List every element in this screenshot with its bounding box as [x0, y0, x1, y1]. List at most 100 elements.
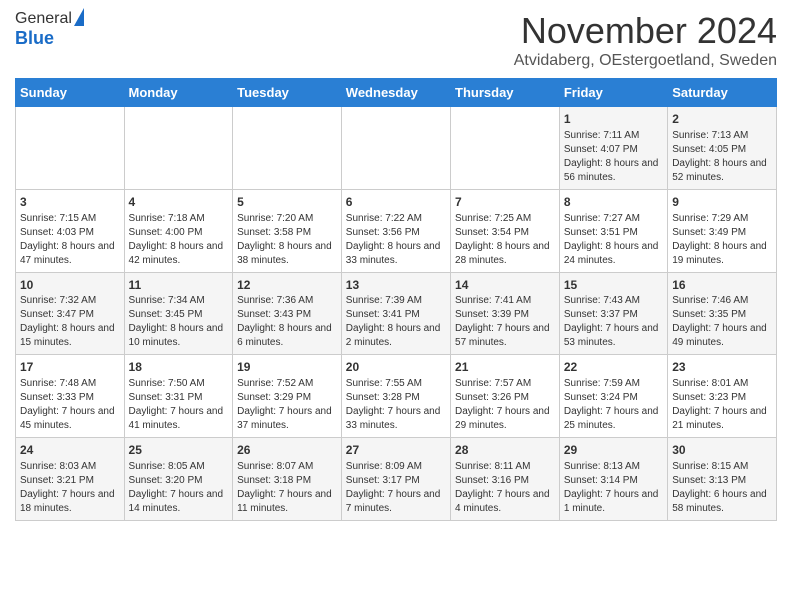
day-info: Sunrise: 8:03 AMSunset: 3:21 PMDaylight:… — [20, 460, 120, 516]
calendar-cell: 11Sunrise: 7:34 AMSunset: 3:45 PMDayligh… — [124, 272, 233, 355]
calendar-week-1: 1Sunrise: 7:11 AMSunset: 4:07 PMDaylight… — [16, 107, 777, 190]
logo-blue-text: Blue — [15, 28, 54, 48]
day-number: 29 — [564, 442, 663, 459]
day-header-saturday: Saturday — [668, 79, 777, 107]
day-number: 25 — [129, 442, 229, 459]
calendar-cell: 20Sunrise: 7:55 AMSunset: 3:28 PMDayligh… — [341, 355, 450, 438]
calendar-cell: 4Sunrise: 7:18 AMSunset: 4:00 PMDaylight… — [124, 189, 233, 272]
logo: General Blue — [15, 10, 84, 49]
day-info: Sunrise: 7:29 AMSunset: 3:49 PMDaylight:… — [672, 212, 772, 268]
day-info: Sunrise: 7:46 AMSunset: 3:35 PMDaylight:… — [672, 294, 772, 350]
day-info: Sunrise: 8:09 AMSunset: 3:17 PMDaylight:… — [346, 460, 446, 516]
calendar-cell: 29Sunrise: 8:13 AMSunset: 3:14 PMDayligh… — [559, 438, 667, 521]
day-number: 21 — [455, 359, 555, 376]
day-info: Sunrise: 7:57 AMSunset: 3:26 PMDaylight:… — [455, 377, 555, 433]
calendar-cell: 13Sunrise: 7:39 AMSunset: 3:41 PMDayligh… — [341, 272, 450, 355]
day-number: 1 — [564, 111, 663, 128]
calendar-cell: 21Sunrise: 7:57 AMSunset: 3:26 PMDayligh… — [451, 355, 560, 438]
day-number: 28 — [455, 442, 555, 459]
day-info: Sunrise: 8:07 AMSunset: 3:18 PMDaylight:… — [237, 460, 337, 516]
month-title: November 2024 — [514, 10, 777, 52]
calendar-cell: 16Sunrise: 7:46 AMSunset: 3:35 PMDayligh… — [668, 272, 777, 355]
day-number: 17 — [20, 359, 120, 376]
logo-triangle-icon — [74, 8, 84, 26]
day-number: 7 — [455, 194, 555, 211]
logo-general-text: General — [15, 10, 72, 28]
day-info: Sunrise: 7:20 AMSunset: 3:58 PMDaylight:… — [237, 212, 337, 268]
day-info: Sunrise: 7:48 AMSunset: 3:33 PMDaylight:… — [20, 377, 120, 433]
day-number: 10 — [20, 277, 120, 294]
day-header-sunday: Sunday — [16, 79, 125, 107]
calendar-cell: 27Sunrise: 8:09 AMSunset: 3:17 PMDayligh… — [341, 438, 450, 521]
calendar-cell — [124, 107, 233, 190]
day-number: 12 — [237, 277, 337, 294]
day-number: 4 — [129, 194, 229, 211]
day-number: 2 — [672, 111, 772, 128]
calendar-cell — [233, 107, 342, 190]
day-number: 15 — [564, 277, 663, 294]
day-info: Sunrise: 7:27 AMSunset: 3:51 PMDaylight:… — [564, 212, 663, 268]
calendar-cell: 28Sunrise: 8:11 AMSunset: 3:16 PMDayligh… — [451, 438, 560, 521]
day-info: Sunrise: 7:36 AMSunset: 3:43 PMDaylight:… — [237, 294, 337, 350]
day-number: 19 — [237, 359, 337, 376]
day-number: 6 — [346, 194, 446, 211]
day-header-friday: Friday — [559, 79, 667, 107]
day-info: Sunrise: 7:52 AMSunset: 3:29 PMDaylight:… — [237, 377, 337, 433]
calendar-week-5: 24Sunrise: 8:03 AMSunset: 3:21 PMDayligh… — [16, 438, 777, 521]
day-info: Sunrise: 7:32 AMSunset: 3:47 PMDaylight:… — [20, 294, 120, 350]
day-number: 3 — [20, 194, 120, 211]
day-info: Sunrise: 7:15 AMSunset: 4:03 PMDaylight:… — [20, 212, 120, 268]
day-info: Sunrise: 7:59 AMSunset: 3:24 PMDaylight:… — [564, 377, 663, 433]
day-number: 22 — [564, 359, 663, 376]
day-number: 5 — [237, 194, 337, 211]
day-number: 9 — [672, 194, 772, 211]
day-number: 20 — [346, 359, 446, 376]
calendar-cell: 25Sunrise: 8:05 AMSunset: 3:20 PMDayligh… — [124, 438, 233, 521]
days-header-row: SundayMondayTuesdayWednesdayThursdayFrid… — [16, 79, 777, 107]
day-info: Sunrise: 7:11 AMSunset: 4:07 PMDaylight:… — [564, 129, 663, 185]
day-number: 27 — [346, 442, 446, 459]
day-info: Sunrise: 8:05 AMSunset: 3:20 PMDaylight:… — [129, 460, 229, 516]
calendar-table: SundayMondayTuesdayWednesdayThursdayFrid… — [15, 78, 777, 521]
calendar-cell: 5Sunrise: 7:20 AMSunset: 3:58 PMDaylight… — [233, 189, 342, 272]
calendar-cell: 12Sunrise: 7:36 AMSunset: 3:43 PMDayligh… — [233, 272, 342, 355]
day-info: Sunrise: 7:13 AMSunset: 4:05 PMDaylight:… — [672, 129, 772, 185]
day-number: 23 — [672, 359, 772, 376]
calendar-cell: 14Sunrise: 7:41 AMSunset: 3:39 PMDayligh… — [451, 272, 560, 355]
day-info: Sunrise: 8:13 AMSunset: 3:14 PMDaylight:… — [564, 460, 663, 516]
calendar-cell: 10Sunrise: 7:32 AMSunset: 3:47 PMDayligh… — [16, 272, 125, 355]
day-number: 30 — [672, 442, 772, 459]
day-info: Sunrise: 7:55 AMSunset: 3:28 PMDaylight:… — [346, 377, 446, 433]
calendar-cell: 17Sunrise: 7:48 AMSunset: 3:33 PMDayligh… — [16, 355, 125, 438]
day-number: 24 — [20, 442, 120, 459]
day-header-monday: Monday — [124, 79, 233, 107]
calendar-cell: 26Sunrise: 8:07 AMSunset: 3:18 PMDayligh… — [233, 438, 342, 521]
day-info: Sunrise: 8:15 AMSunset: 3:13 PMDaylight:… — [672, 460, 772, 516]
calendar-cell: 22Sunrise: 7:59 AMSunset: 3:24 PMDayligh… — [559, 355, 667, 438]
calendar-cell: 6Sunrise: 7:22 AMSunset: 3:56 PMDaylight… — [341, 189, 450, 272]
day-info: Sunrise: 7:43 AMSunset: 3:37 PMDaylight:… — [564, 294, 663, 350]
day-number: 11 — [129, 277, 229, 294]
calendar-cell: 3Sunrise: 7:15 AMSunset: 4:03 PMDaylight… — [16, 189, 125, 272]
day-header-tuesday: Tuesday — [233, 79, 342, 107]
day-number: 18 — [129, 359, 229, 376]
calendar-week-4: 17Sunrise: 7:48 AMSunset: 3:33 PMDayligh… — [16, 355, 777, 438]
day-info: Sunrise: 7:22 AMSunset: 3:56 PMDaylight:… — [346, 212, 446, 268]
calendar-cell — [341, 107, 450, 190]
calendar-week-3: 10Sunrise: 7:32 AMSunset: 3:47 PMDayligh… — [16, 272, 777, 355]
calendar-cell — [16, 107, 125, 190]
calendar-cell: 15Sunrise: 7:43 AMSunset: 3:37 PMDayligh… — [559, 272, 667, 355]
day-info: Sunrise: 7:25 AMSunset: 3:54 PMDaylight:… — [455, 212, 555, 268]
calendar-cell: 8Sunrise: 7:27 AMSunset: 3:51 PMDaylight… — [559, 189, 667, 272]
calendar-cell: 24Sunrise: 8:03 AMSunset: 3:21 PMDayligh… — [16, 438, 125, 521]
day-info: Sunrise: 7:39 AMSunset: 3:41 PMDaylight:… — [346, 294, 446, 350]
calendar-cell: 23Sunrise: 8:01 AMSunset: 3:23 PMDayligh… — [668, 355, 777, 438]
day-info: Sunrise: 7:50 AMSunset: 3:31 PMDaylight:… — [129, 377, 229, 433]
calendar-cell: 2Sunrise: 7:13 AMSunset: 4:05 PMDaylight… — [668, 107, 777, 190]
day-number: 16 — [672, 277, 772, 294]
day-info: Sunrise: 7:18 AMSunset: 4:00 PMDaylight:… — [129, 212, 229, 268]
day-number: 14 — [455, 277, 555, 294]
day-info: Sunrise: 7:34 AMSunset: 3:45 PMDaylight:… — [129, 294, 229, 350]
calendar-cell — [451, 107, 560, 190]
calendar-cell: 9Sunrise: 7:29 AMSunset: 3:49 PMDaylight… — [668, 189, 777, 272]
